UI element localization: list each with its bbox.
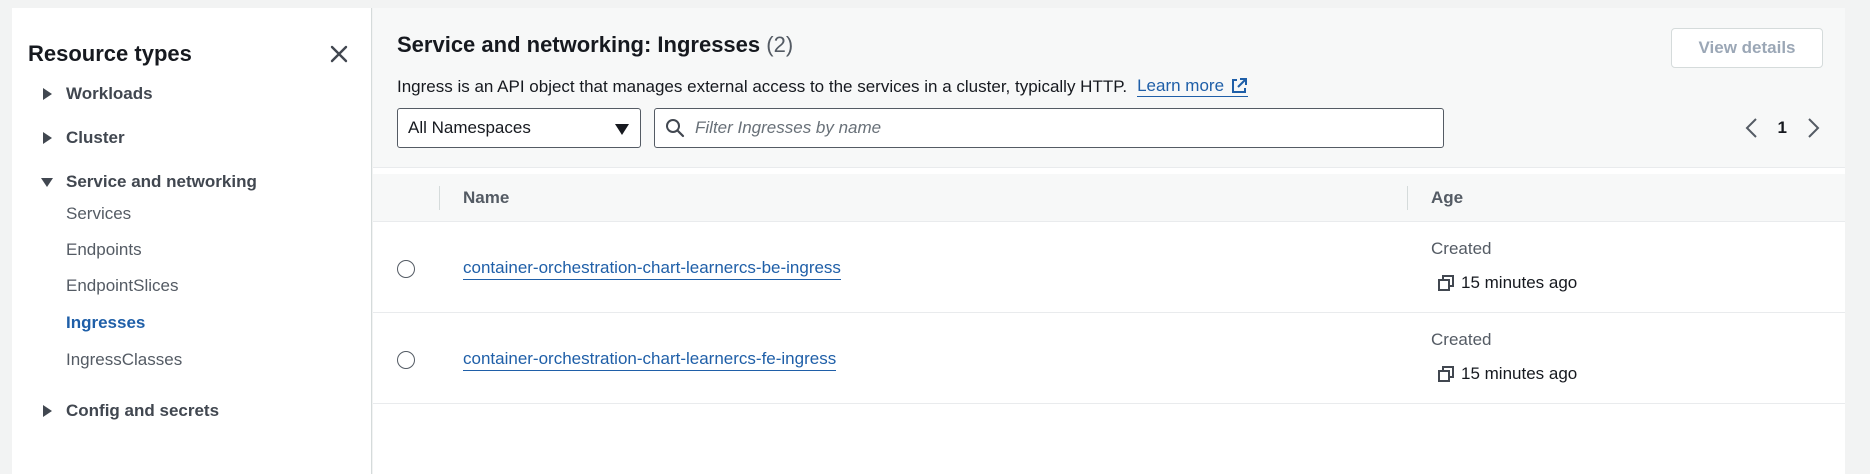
created-label: Created: [1431, 239, 1492, 258]
sidebar-item-ingressclasses[interactable]: IngressClasses: [66, 350, 182, 370]
sidebar-item-endpointslices[interactable]: EndpointSlices: [66, 276, 178, 296]
caret-right-icon: [40, 87, 54, 101]
search-field[interactable]: [654, 108, 1444, 148]
description-text: Ingress is an API object that manages ex…: [397, 76, 1128, 96]
sidebar-section-label: Config and secrets: [66, 401, 220, 420]
table-header: Name Age: [373, 174, 1845, 222]
age-value: 15 minutes ago: [1437, 273, 1577, 293]
resource-types-sidebar: Resource types Workloads Cluster Service…: [12, 8, 372, 474]
column-header-name[interactable]: Name: [463, 174, 509, 222]
copy-icon[interactable]: [1437, 274, 1455, 292]
row-select-radio[interactable]: [397, 351, 415, 369]
close-sidebar-button[interactable]: [327, 42, 351, 66]
close-icon: [330, 45, 348, 63]
chevron-left-icon[interactable]: [1742, 116, 1762, 140]
page-number[interactable]: 1: [1778, 118, 1787, 138]
sidebar-section-workloads[interactable]: Workloads: [40, 84, 153, 104]
sidebar-section-label: Service and networking: [66, 172, 257, 191]
sidebar-section-label: Workloads: [66, 84, 153, 103]
pagination: 1: [1742, 116, 1823, 140]
sidebar-section-service-networking[interactable]: Service and networking: [40, 172, 257, 192]
learn-more-link[interactable]: Learn more: [1137, 76, 1249, 97]
item-count: (2): [766, 32, 794, 57]
page-title: Service and networking: Ingresses (2): [397, 32, 793, 58]
sidebar-item-ingresses[interactable]: Ingresses: [66, 313, 145, 333]
external-link-icon: [1230, 77, 1248, 95]
table-row[interactable]: container-orchestration-chart-learnercs-…: [373, 223, 1845, 313]
learn-more-label: Learn more: [1137, 76, 1225, 95]
column-divider: [439, 186, 440, 210]
sidebar-section-label: Cluster: [66, 128, 125, 147]
page-title-text: Service and networking: Ingresses: [397, 32, 761, 57]
ingress-name-link[interactable]: container-orchestration-chart-learnercs-…: [463, 257, 841, 280]
sidebar-section-config-secrets[interactable]: Config and secrets: [40, 401, 219, 421]
sidebar-title: Resource types: [28, 41, 192, 66]
table-row[interactable]: container-orchestration-chart-learnercs-…: [373, 314, 1845, 404]
main-panel: Service and networking: Ingresses (2) In…: [373, 8, 1845, 474]
page-description: Ingress is an API object that manages ex…: [397, 76, 1249, 97]
sidebar-item-services[interactable]: Services: [66, 204, 131, 224]
created-label: Created: [1431, 330, 1492, 349]
view-details-button[interactable]: View details: [1671, 28, 1823, 68]
age-value: 15 minutes ago: [1437, 364, 1577, 384]
column-header-age[interactable]: Age: [1431, 174, 1463, 222]
sidebar-header: Resource types: [28, 34, 359, 74]
namespace-select-value: All Namespaces: [408, 118, 531, 137]
caret-down-icon: [40, 175, 54, 189]
copy-icon[interactable]: [1437, 365, 1455, 383]
sidebar-item-endpoints[interactable]: Endpoints: [66, 240, 142, 260]
ingress-name-link[interactable]: container-orchestration-chart-learnercs-…: [463, 348, 837, 371]
sidebar-section-cluster[interactable]: Cluster: [40, 128, 125, 148]
caret-right-icon: [40, 404, 54, 418]
age-text: 15 minutes ago: [1461, 364, 1578, 383]
chevron-right-icon[interactable]: [1803, 116, 1823, 140]
namespace-select[interactable]: All Namespaces: [397, 108, 641, 148]
column-divider: [1407, 186, 1408, 210]
search-icon: [665, 118, 685, 138]
search-input[interactable]: [695, 118, 1435, 138]
caret-right-icon: [40, 131, 54, 145]
age-text: 15 minutes ago: [1461, 273, 1578, 292]
dropdown-icon: [614, 121, 630, 137]
row-select-radio[interactable]: [397, 260, 415, 278]
